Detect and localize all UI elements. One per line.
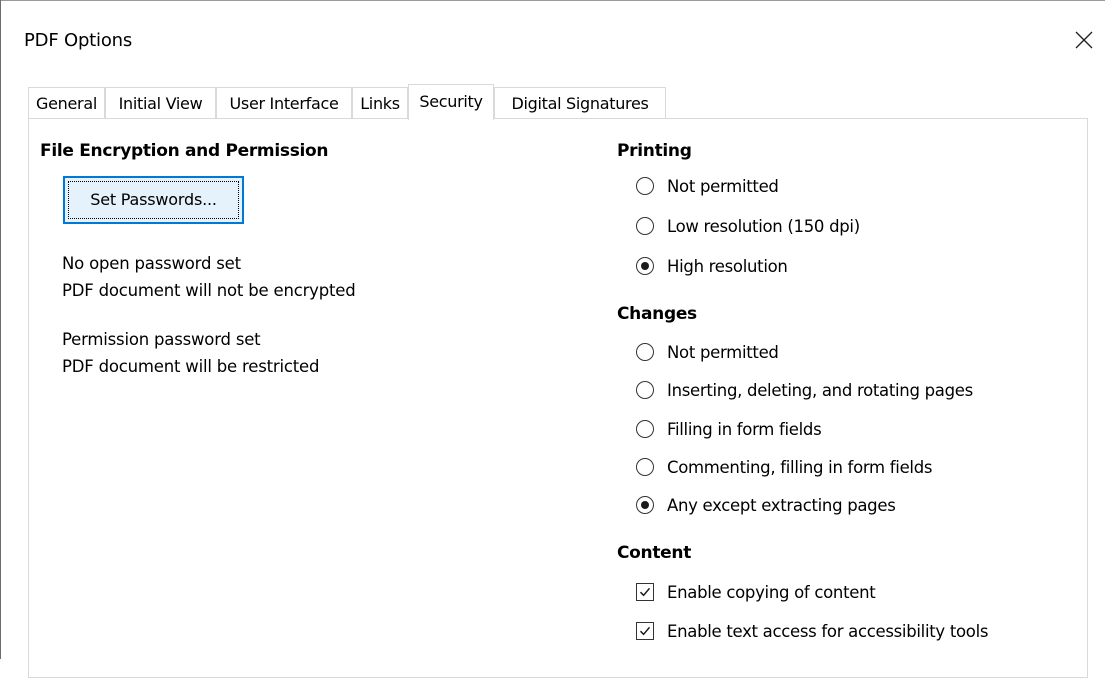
option-label: Not permitted <box>667 343 779 362</box>
changes-heading: Changes <box>617 304 697 324</box>
option-label: Commenting, filling in form fields <box>667 458 933 477</box>
option-label: Filling in form fields <box>667 420 822 439</box>
close-button[interactable] <box>1066 22 1102 58</box>
option-label: High resolution <box>667 257 788 276</box>
option-label: Low resolution (150 dpi) <box>667 217 860 236</box>
radio-button <box>636 420 654 438</box>
window-border-top <box>0 0 1105 1</box>
tab-general[interactable]: General <box>28 87 105 118</box>
radio-button-selected <box>636 496 654 514</box>
set-passwords-label: Set Passwords... <box>68 181 239 219</box>
tab-initial-view[interactable]: Initial View <box>105 87 216 118</box>
radio-button <box>636 177 654 195</box>
dialog-title: PDF Options <box>24 30 133 51</box>
radio-button <box>636 458 654 476</box>
option-label: Not permitted <box>667 177 779 196</box>
tab-digital-signatures[interactable]: Digital Signatures <box>494 87 666 118</box>
radio-button <box>636 381 654 399</box>
option-label: Enable text access for accessibility too… <box>667 622 989 641</box>
option-label: Inserting, deleting, and rotating pages <box>667 381 973 400</box>
checkbox-checkmark-icon <box>636 583 654 601</box>
content-heading: Content <box>617 543 692 563</box>
file-encryption-heading: File Encryption and Permission <box>40 141 329 161</box>
window-border-left <box>0 0 1 659</box>
close-icon <box>1075 31 1093 49</box>
option-label: Enable copying of content <box>667 583 876 602</box>
permission-password-status: Permission password set <box>62 330 261 349</box>
option-label: Any except extracting pages <box>667 496 896 515</box>
radio-button <box>636 217 654 235</box>
checkbox-checkmark-icon <box>636 622 654 640</box>
tab-user-interface[interactable]: User Interface <box>216 87 352 118</box>
set-passwords-button[interactable]: Set Passwords... <box>63 176 244 224</box>
tab-security[interactable]: Security <box>408 84 494 120</box>
tab-links[interactable]: Links <box>352 87 408 118</box>
restriction-status: PDF document will be restricted <box>62 357 320 376</box>
open-password-status: No open password set <box>62 254 241 273</box>
radio-button-selected <box>636 257 654 275</box>
encryption-status: PDF document will not be encrypted <box>62 281 356 300</box>
printing-heading: Printing <box>617 141 692 161</box>
radio-button <box>636 343 654 361</box>
